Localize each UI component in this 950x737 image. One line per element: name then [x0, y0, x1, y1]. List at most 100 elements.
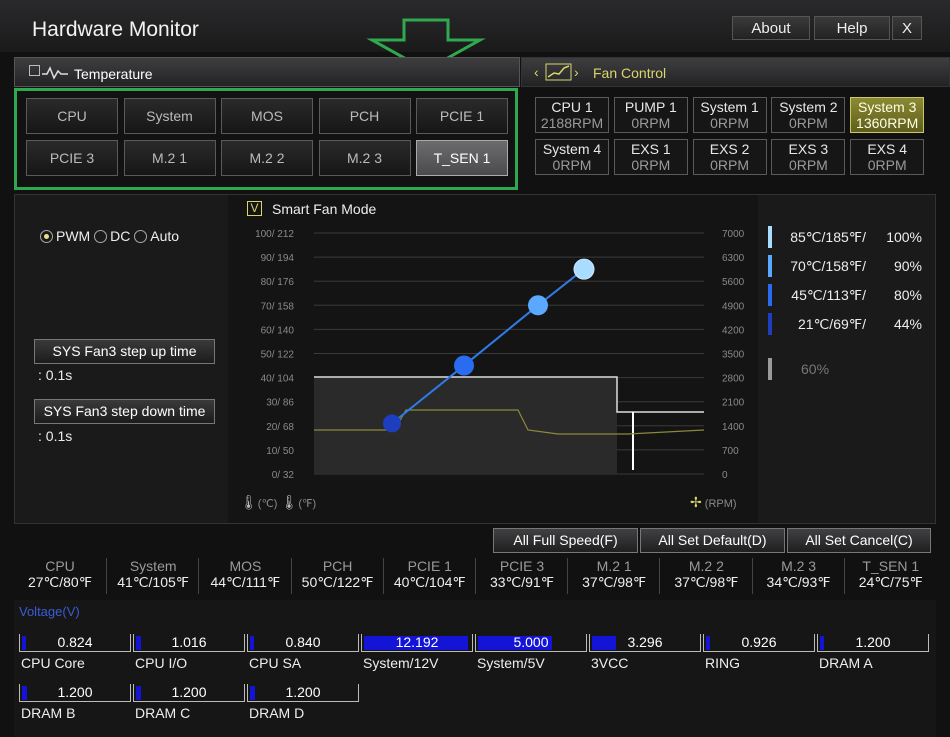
voltage-name: CPU Core [21, 655, 85, 671]
temp-value: 24℃/75℉ [858, 574, 923, 590]
voltage-gauge: 3.296 [589, 634, 701, 652]
fan-tile[interactable]: PUMP 1 0RPM [613, 97, 688, 133]
step-up-time-button[interactable]: SYS Fan3 step up time [34, 339, 215, 364]
fan-tile[interactable]: System 2 0RPM [771, 97, 846, 133]
curve-legend: 85℃/185℉/ 100% 70℃/158℉/ 90% 45℃/113℉/ 80% 21℃… [766, 226, 936, 386]
legend-percent: 100% [886, 229, 922, 245]
temp-value: 40℃/104℉ [393, 574, 466, 590]
auto-label[interactable]: Auto [150, 228, 179, 244]
y-left-tick: 0/ 32 [272, 470, 295, 481]
curve-point[interactable] [573, 258, 595, 280]
y-right-tick: 6300 [722, 253, 745, 264]
pwm-radio[interactable] [40, 230, 53, 243]
fan-name: System 1 [700, 99, 759, 115]
voltage-gauge: 5.000 [475, 634, 587, 652]
temp-readout: M.2 2 37℃/98℉ [659, 558, 752, 594]
voltage-name: System/5V [477, 655, 545, 671]
voltage-value: 12.192 [395, 634, 439, 650]
y-left-tick: 20/ 68 [266, 422, 294, 433]
history-area [314, 377, 617, 474]
y-left-tick: 50/ 122 [261, 350, 295, 361]
temp-readout: CPU 27℃/80℉ [14, 558, 106, 594]
legend-swatch [768, 255, 772, 277]
dc-radio[interactable] [94, 230, 108, 243]
y-left-tick: 40/ 104 [261, 374, 295, 385]
y-left-tick: 70/ 158 [261, 301, 295, 312]
y-left-tick: 80/ 176 [261, 277, 295, 288]
chevron-left-icon[interactable]: ‹ [534, 64, 539, 80]
curve-point[interactable] [383, 414, 401, 433]
pwm-label[interactable]: PWM [56, 228, 90, 244]
dc-label[interactable]: DC [110, 228, 130, 244]
about-button[interactable]: About [732, 16, 810, 40]
temp-value: 50℃/122℉ [301, 574, 374, 590]
min-speed-bar [768, 358, 772, 380]
y-left-tick: 100/ 212 [255, 229, 294, 240]
y-right-tick: 2800 [722, 374, 745, 385]
step-down-time-button[interactable]: SYS Fan3 step down time [34, 399, 215, 424]
temp-readout: PCH 50℃/122℉ [290, 558, 384, 594]
fan-rpm: 0RPM [710, 115, 750, 131]
voltage-gauge: 1.200 [247, 684, 359, 702]
voltage-name: DRAM B [21, 705, 76, 721]
smart-fan-checkbox[interactable]: V [247, 201, 262, 216]
fan-rpm: 0RPM [631, 115, 671, 131]
close-button[interactable]: X [892, 16, 922, 40]
fan-curve-chart[interactable]: 100/ 212 700090/ 194 630080/ 176 560070/ 15… [228, 222, 758, 522]
fan-rpm: 0RPM [788, 115, 828, 131]
voltage-gauge: 1.200 [817, 634, 929, 652]
step-down-time-value: : 0.1s [38, 428, 73, 444]
voltage-value: 5.000 [513, 634, 549, 650]
temp-name: PCIE 3 [499, 558, 545, 574]
collapse-icon[interactable] [29, 65, 40, 76]
fan-name: EXS 4 [867, 141, 908, 157]
rpm-units: ✢ (RPM) [690, 494, 737, 511]
fan-tile[interactable]: EXS 2 0RPM [692, 139, 767, 175]
voltage-value: 1.016 [171, 634, 207, 650]
fan-rpm: 0RPM [631, 157, 671, 173]
fan-tiles-area: CPU 1 2188RPM PUMP 1 0RPM System 1 0RPM System… [521, 87, 950, 193]
fan-tile[interactable]: EXS 3 0RPM [771, 139, 846, 175]
y-right-tick: 0 [722, 470, 728, 481]
temp-units: 🌡︎(℃) 🌡︎(℉) [240, 494, 316, 511]
fan-tile[interactable]: System 3 1360RPM [850, 97, 925, 133]
fan-tile[interactable]: System 4 0RPM [535, 139, 609, 175]
fan-rpm: 0RPM [788, 157, 828, 173]
y-left-tick: 10/ 50 [266, 446, 294, 457]
all-full-speed-button[interactable]: All Full Speed(F) [493, 528, 638, 553]
legend-swatch [768, 226, 772, 248]
all-set-default-button[interactable]: All Set Default(D) [640, 528, 785, 553]
fan-tile[interactable]: System 1 0RPM [692, 97, 767, 133]
fan-tile[interactable]: EXS 1 0RPM [613, 139, 688, 175]
legend-temp: 45℃/113℉/ [791, 287, 866, 303]
fan-name: EXS 1 [630, 141, 671, 157]
thermometer-f-icon: 🌡︎ [280, 494, 299, 510]
temp-name: M.2 3 [781, 558, 817, 574]
temp-readout: PCIE 1 40℃/104℉ [382, 558, 476, 594]
fan-control-header: ‹ › Fan Control [521, 57, 950, 87]
fan-rpm: 1360RPM [856, 115, 919, 131]
legend-swatch [768, 313, 772, 335]
curve-point[interactable] [528, 295, 548, 316]
temperature-chart-icon [42, 66, 68, 80]
step-up-time-value: : 0.1s [38, 367, 73, 383]
fan-tile[interactable]: EXS 4 0RPM [850, 139, 925, 175]
voltage-gauge: 0.840 [247, 634, 359, 652]
temperature-header: Temperature [14, 57, 520, 87]
legend-temp: 85℃/185℉/ [790, 229, 866, 245]
help-button[interactable]: Help [814, 16, 890, 40]
chevron-right-icon[interactable]: › [574, 64, 579, 80]
thermometer-icon: 🌡︎ [240, 494, 258, 510]
voltage-name: CPU SA [249, 655, 302, 671]
y-right-tick: 3500 [722, 350, 745, 361]
all-set-cancel-button[interactable]: All Set Cancel(C) [787, 528, 931, 553]
fan-tile[interactable]: CPU 1 2188RPM [535, 97, 609, 133]
voltage-name: DRAM A [819, 655, 873, 671]
voltage-gauge: 12.192 [361, 634, 473, 652]
fan-rpm: 2188RPM [540, 115, 604, 131]
legend-percent: 80% [893, 287, 922, 303]
voltage-value: 1.200 [171, 684, 207, 700]
temp-readout: M.2 3 34℃/93℉ [751, 558, 845, 594]
curve-point[interactable] [454, 355, 474, 376]
auto-radio[interactable] [134, 230, 148, 243]
